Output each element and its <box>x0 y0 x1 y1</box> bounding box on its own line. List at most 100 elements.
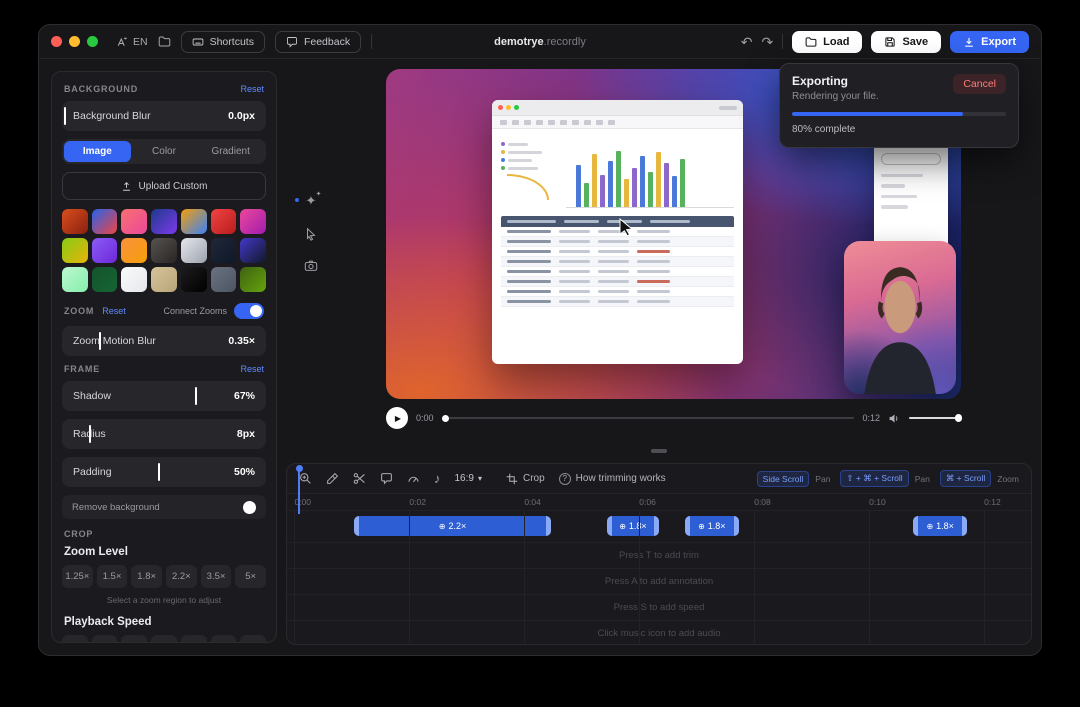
background-thumbnail[interactable] <box>240 238 266 263</box>
annotation-tool-button[interactable] <box>380 472 393 485</box>
speed-tool-button[interactable] <box>407 472 420 485</box>
zoom-motion-blur-slider[interactable]: Zoom Motion Blur 0.35× <box>62 326 266 356</box>
background-thumbnail[interactable] <box>240 267 266 292</box>
background-thumbnail[interactable] <box>62 267 88 292</box>
upload-custom-button[interactable]: Upload Custom <box>62 172 266 200</box>
background-thumbnail[interactable] <box>181 209 207 234</box>
region-right-handle[interactable] <box>546 516 551 536</box>
region-left-handle[interactable] <box>607 516 612 536</box>
frame-reset-link[interactable]: Reset <box>240 364 264 374</box>
cancel-export-button[interactable]: Cancel <box>953 74 1006 94</box>
zoom-region[interactable]: ⊕1.8× <box>913 516 967 536</box>
redo-button[interactable]: ↷ <box>761 35 773 49</box>
region-left-handle[interactable] <box>354 516 359 536</box>
playback-speed-button[interactable]: 0.75× <box>121 635 147 643</box>
undo-button[interactable]: ↶ <box>741 35 753 49</box>
panel-resize-handle[interactable] <box>651 449 667 453</box>
camera-tool-button[interactable] <box>304 259 318 273</box>
background-thumbnail[interactable] <box>211 267 237 292</box>
zoom-region-tool-button[interactable] <box>299 472 312 485</box>
zoom-reset-link[interactable]: Reset <box>102 306 126 316</box>
background-thumbnail[interactable] <box>121 209 147 234</box>
zoom-level-button[interactable]: 5× <box>235 565 266 588</box>
open-folder-button[interactable] <box>158 35 171 48</box>
zoom-level-button[interactable]: 1.25× <box>62 565 93 588</box>
zoom-level-button[interactable]: 2.2× <box>166 565 197 588</box>
music-tool-button[interactable]: ♪ <box>434 471 441 486</box>
zoom-level-button[interactable]: 1.5× <box>97 565 128 588</box>
background-thumbnail[interactable] <box>211 238 237 263</box>
region-right-handle[interactable] <box>734 516 739 536</box>
zoom-window-button[interactable] <box>87 36 98 47</box>
background-thumbnail[interactable] <box>181 267 207 292</box>
connect-zooms-toggle[interactable] <box>234 303 264 319</box>
background-thumbnail[interactable] <box>121 267 147 292</box>
zoom-region[interactable]: ⊕2.2× <box>354 516 551 536</box>
slider-handle[interactable] <box>64 107 66 125</box>
radius-slider[interactable]: Radius 8px <box>62 419 266 449</box>
webcam-overlay[interactable] <box>844 241 956 394</box>
playhead[interactable] <box>298 466 300 514</box>
background-thumbnail[interactable] <box>62 238 88 263</box>
traffic-lights[interactable] <box>51 36 98 47</box>
export-button[interactable]: Export <box>950 31 1029 53</box>
aspect-ratio-select[interactable]: 16:9 ▾ <box>455 473 482 484</box>
background-thumbnail[interactable] <box>151 238 177 263</box>
background-thumbnail[interactable] <box>151 267 177 292</box>
tab-gradient[interactable]: Gradient <box>197 141 264 162</box>
trim-tool-button[interactable] <box>326 472 339 485</box>
background-thumbnail[interactable] <box>240 209 266 234</box>
background-thumbnail[interactable] <box>181 238 207 263</box>
save-button[interactable]: Save <box>871 31 941 53</box>
zoom-level-button[interactable]: 3.5× <box>201 565 232 588</box>
background-blur-slider[interactable]: Background Blur 0.0px <box>62 101 266 131</box>
playback-speed-button[interactable]: 1.5× <box>181 635 207 643</box>
slider-handle[interactable] <box>89 425 91 443</box>
background-thumbnail[interactable] <box>62 209 88 234</box>
seek-bar[interactable] <box>442 417 855 419</box>
background-thumbnail[interactable] <box>92 209 118 234</box>
background-thumbnail[interactable] <box>121 238 147 263</box>
playback-speed-button[interactable]: 0.25× <box>62 635 88 643</box>
slider-handle[interactable] <box>158 463 160 481</box>
shadow-slider[interactable]: Shadow 67% <box>62 381 266 411</box>
cursor-tool-button[interactable] <box>304 227 318 241</box>
tab-color[interactable]: Color <box>131 141 198 162</box>
playback-speed-button[interactable]: 0.5× <box>92 635 118 643</box>
background-thumbnail[interactable] <box>92 238 118 263</box>
feedback-button[interactable]: Feedback <box>275 31 361 53</box>
slider-handle[interactable] <box>195 387 197 405</box>
playback-speed-button[interactable]: 1.75× <box>211 635 237 643</box>
effects-tool-button[interactable]: ✦✦ <box>306 193 317 209</box>
load-button[interactable]: Load <box>792 31 862 53</box>
zoom-track[interactable]: ⊕2.2× ⊕1.8× ⊕1.8× ⊕1.8× <box>287 511 1031 542</box>
seek-handle[interactable] <box>442 415 449 422</box>
tab-image[interactable]: Image <box>64 141 131 162</box>
region-left-handle[interactable] <box>913 516 918 536</box>
crop-button[interactable]: Crop <box>506 473 545 485</box>
region-left-handle[interactable] <box>685 516 690 536</box>
play-button[interactable]: ▶ <box>386 407 408 429</box>
region-right-handle[interactable] <box>962 516 967 536</box>
zoom-region[interactable]: ⊕1.8× <box>607 516 659 536</box>
how-trimming-works-button[interactable]: ? How trimming works <box>559 473 666 485</box>
background-thumbnail[interactable] <box>151 209 177 234</box>
remove-background-toggle[interactable] <box>243 501 256 514</box>
playback-speed-button[interactable]: 1.25× <box>151 635 177 643</box>
slider-handle[interactable] <box>99 332 101 350</box>
background-thumbnail[interactable] <box>92 267 118 292</box>
volume-slider[interactable] <box>909 417 961 420</box>
speaker-icon[interactable] <box>888 412 901 425</box>
padding-slider[interactable]: Padding 50% <box>62 457 266 487</box>
zoom-region[interactable]: ⊕1.8× <box>685 516 739 536</box>
close-window-button[interactable] <box>51 36 62 47</box>
language-switcher[interactable]: EN <box>116 36 148 48</box>
timeline-ruler[interactable]: 0:000:020:040:060:080:100:12 <box>287 494 1031 511</box>
shortcuts-button[interactable]: Shortcuts <box>181 31 265 53</box>
background-reset-link[interactable]: Reset <box>240 84 264 94</box>
zoom-level-button[interactable]: 1.8× <box>131 565 162 588</box>
volume-handle[interactable] <box>955 414 963 422</box>
minimize-window-button[interactable] <box>69 36 80 47</box>
background-thumbnail[interactable] <box>211 209 237 234</box>
scissors-tool-button[interactable] <box>353 472 366 485</box>
